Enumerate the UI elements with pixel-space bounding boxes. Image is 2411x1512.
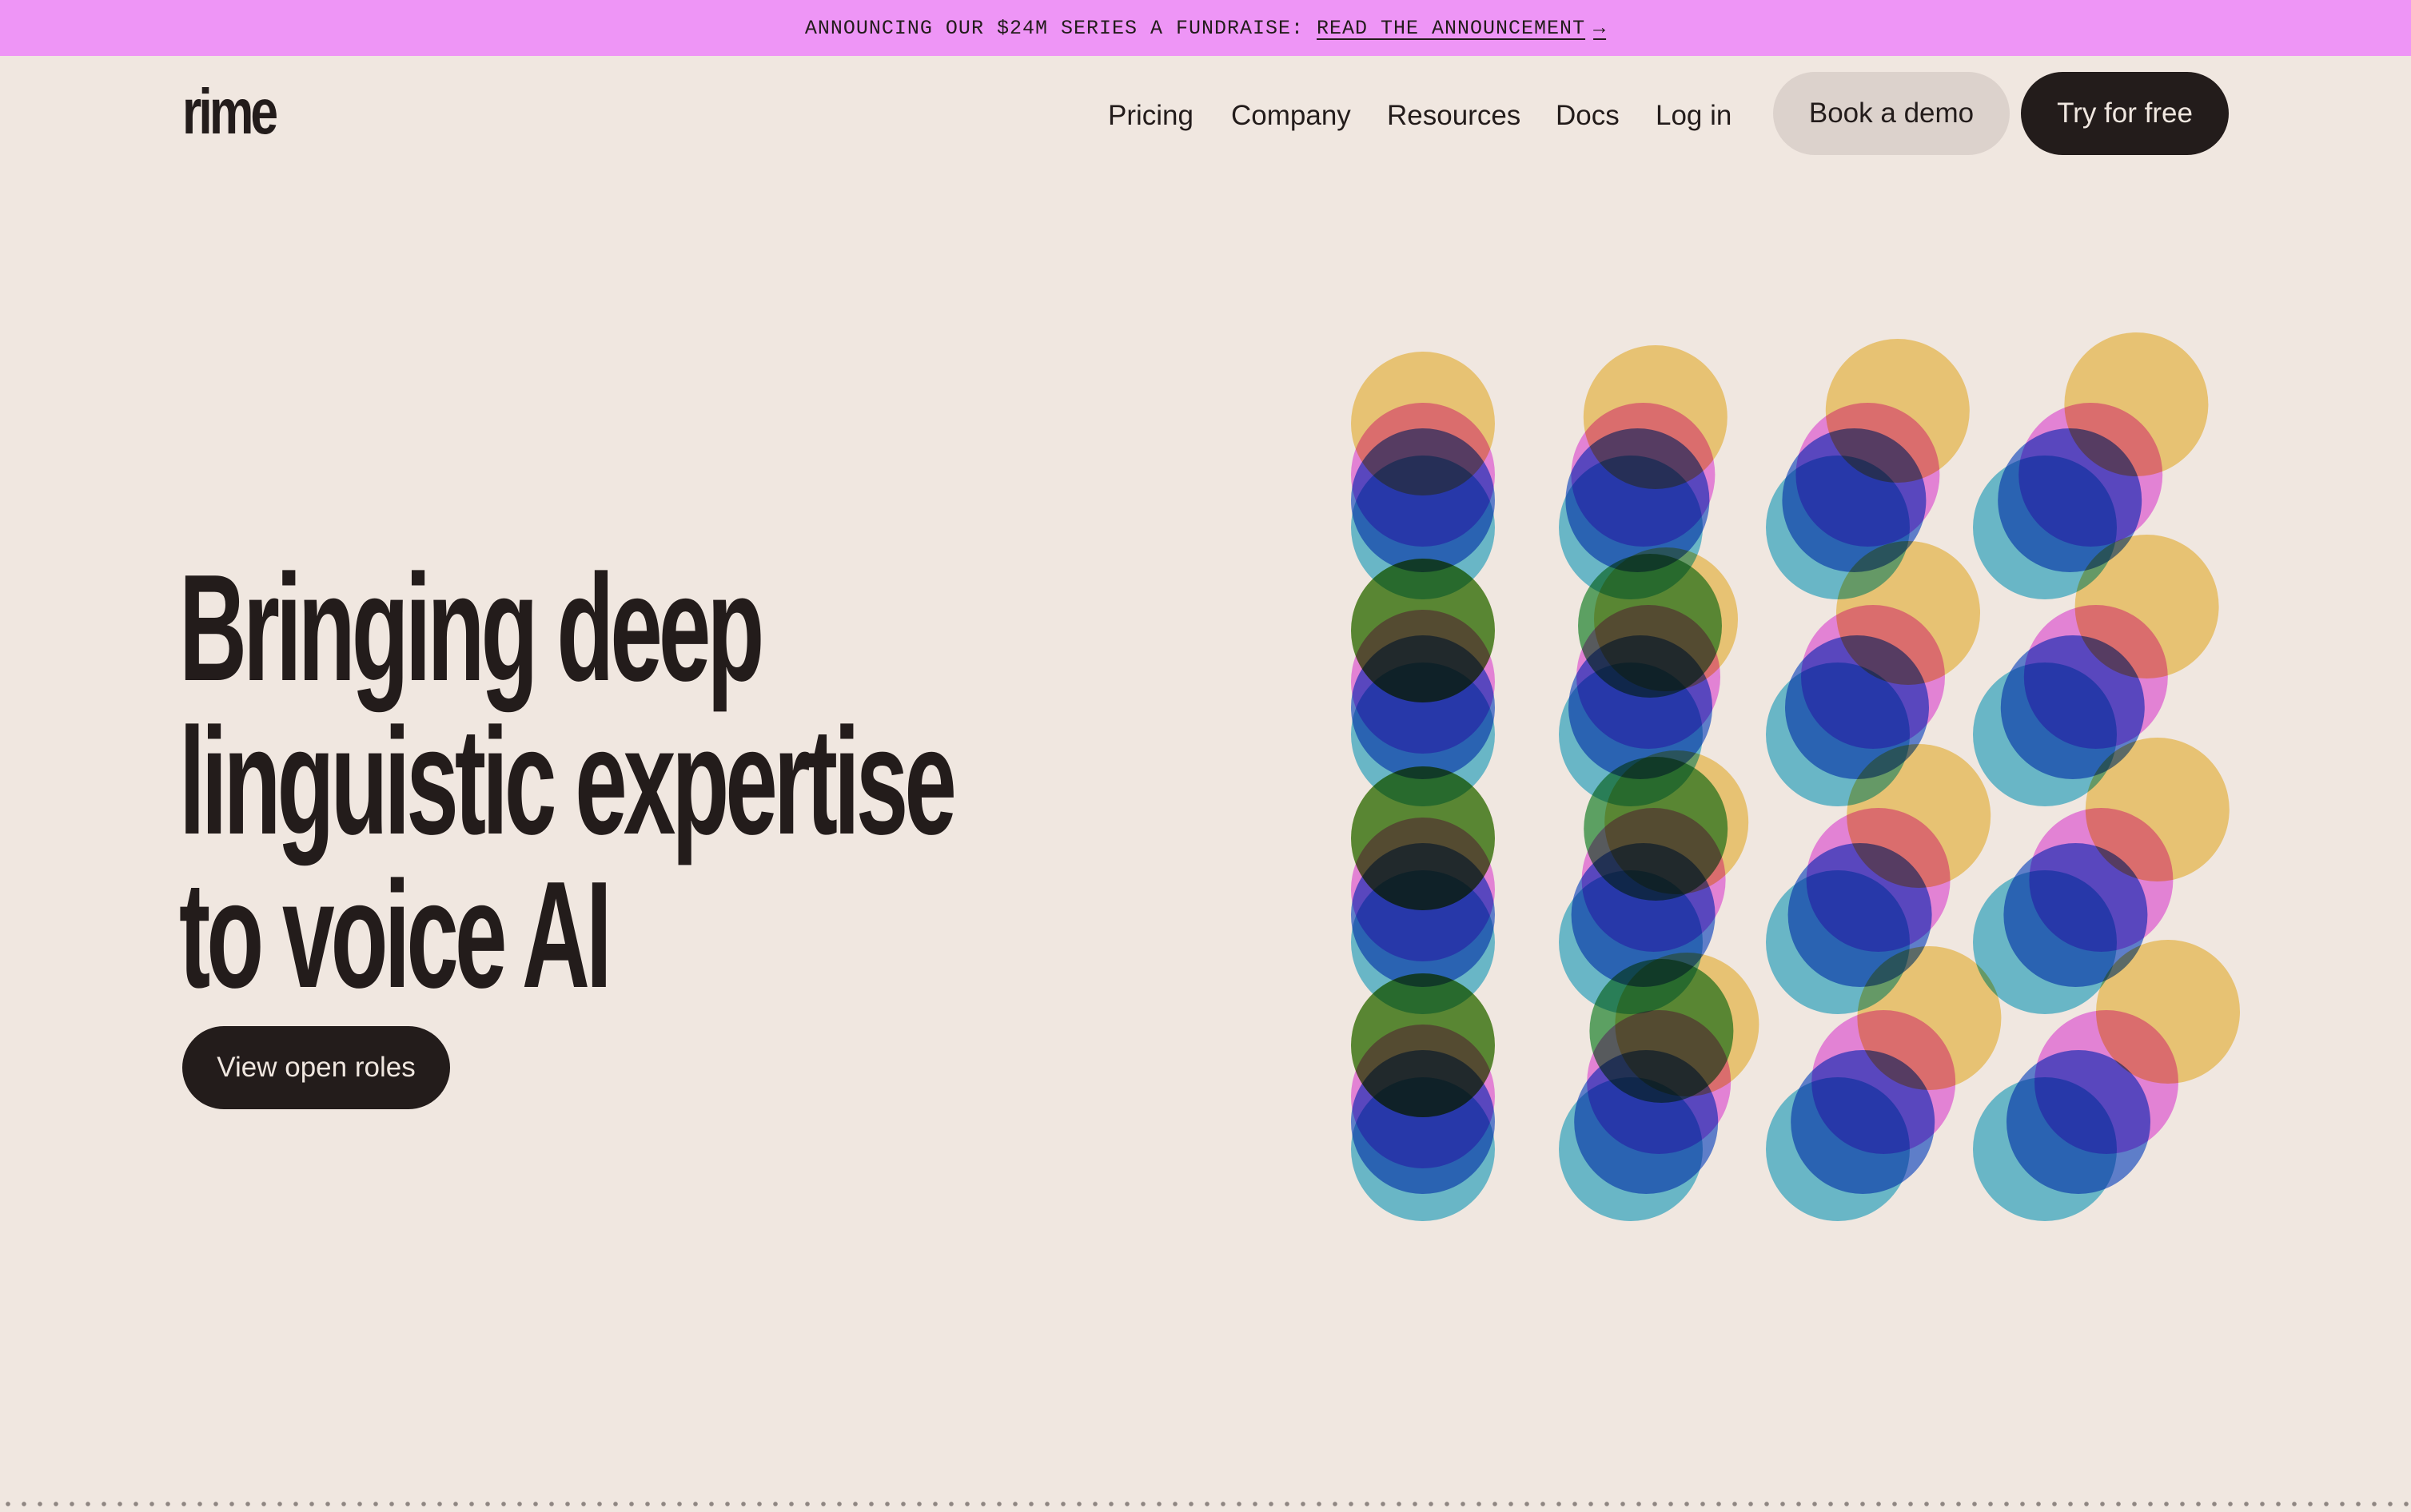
hero-headline-line-2: linguistic expertise <box>179 697 957 866</box>
nav-link-pricing[interactable]: Pricing <box>1108 94 1194 137</box>
arrow-right-icon[interactable]: → <box>1593 17 1606 40</box>
announcement-link[interactable]: READ THE ANNOUNCEMENT → <box>1317 17 1606 40</box>
nav-link-login[interactable]: Log in <box>1656 94 1732 137</box>
announcement-text: ANNOUNCING OUR $24M SERIES A FUNDRAISE: <box>804 16 1305 40</box>
blue-circle <box>1791 1050 1935 1194</box>
blue-circle <box>1351 843 1495 987</box>
nav-link-resources[interactable]: Resources <box>1387 94 1520 137</box>
blue-circle <box>1351 428 1495 572</box>
hero-headline-line-3: to voice AI <box>179 850 612 1020</box>
hero-headline: Bringing deep linguistic expertise to vo… <box>179 543 957 1020</box>
view-open-roles-button[interactable]: View open roles <box>182 1026 450 1109</box>
blue-circle <box>1351 635 1495 779</box>
blue-circle <box>2007 1050 2150 1194</box>
book-demo-button[interactable]: Book a demo <box>1773 72 2010 155</box>
announcement-link-label[interactable]: READ THE ANNOUNCEMENT <box>1317 17 1585 40</box>
hero-headline-line-1: Bringing deep <box>179 543 764 713</box>
blue-circle <box>1351 1050 1495 1194</box>
circles-artwork <box>1351 332 2240 1221</box>
try-for-free-button[interactable]: Try for free <box>2021 72 2229 155</box>
dotted-divider <box>0 1501 2411 1507</box>
rime-logo[interactable]: rime <box>182 80 278 144</box>
announcement-banner: ANNOUNCING OUR $24M SERIES A FUNDRAISE: … <box>0 0 2411 56</box>
nav-link-company[interactable]: Company <box>1231 94 1351 137</box>
blue-circle <box>1565 428 1710 572</box>
nav-link-docs[interactable]: Docs <box>1556 94 1620 137</box>
blue-circle <box>1574 1050 1719 1194</box>
